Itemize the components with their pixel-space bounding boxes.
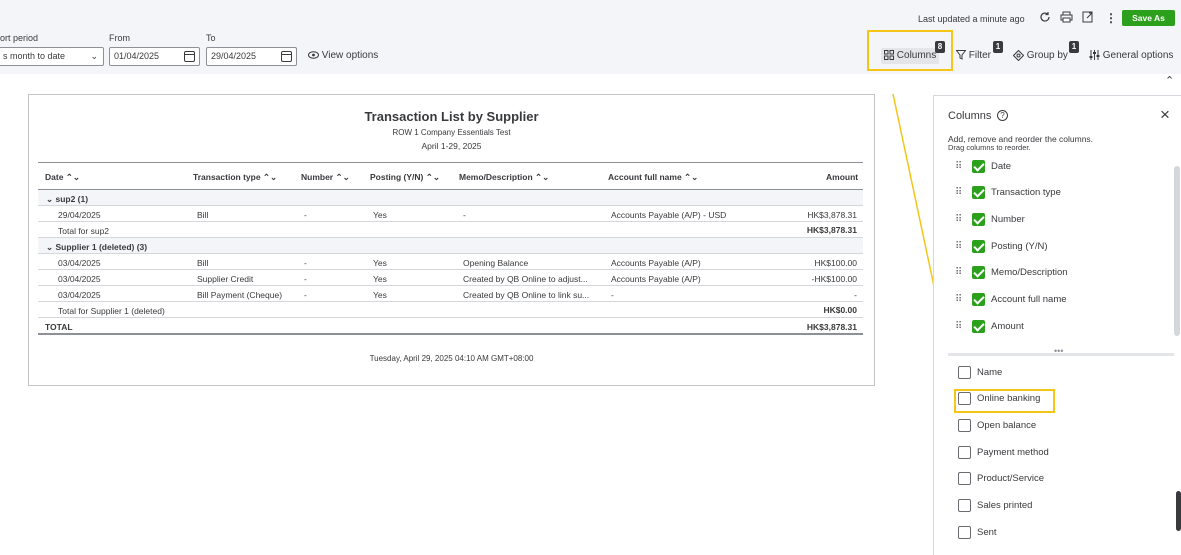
drag-handle-icon: ⠿ xyxy=(955,241,962,252)
panel-title: Columns xyxy=(948,110,992,122)
drag-handle-icon: ⠿ xyxy=(955,161,962,172)
column-label: Posting (Y/N) xyxy=(991,241,1048,252)
selected-scrollbar[interactable] xyxy=(1174,166,1180,336)
column-item-account[interactable]: ⠿ Account full name xyxy=(934,292,1164,308)
column-label: Transaction type xyxy=(991,187,1061,198)
column-item-transaction-type[interactable]: ⠿ Transaction type xyxy=(934,185,1164,201)
column-label: Sent xyxy=(977,527,997,538)
drag-handle-icon: ⠿ xyxy=(955,187,962,198)
panel-hint: Drag columns to reorder. xyxy=(948,143,1031,152)
checkbox[interactable] xyxy=(958,392,971,405)
checkbox[interactable] xyxy=(972,320,985,333)
drag-handle-icon: ⠿ xyxy=(955,294,962,305)
column-item-name[interactable]: Name xyxy=(934,365,1164,381)
checkbox[interactable] xyxy=(972,213,985,226)
drag-handle-icon: ⠿ xyxy=(955,321,962,332)
checkbox[interactable] xyxy=(958,472,971,485)
column-item-online-banking[interactable]: Online banking xyxy=(934,391,1164,407)
drag-handle-icon: ⠿ xyxy=(955,214,962,225)
available-scrollbar[interactable] xyxy=(1176,491,1181,531)
column-label: Account full name xyxy=(991,294,1067,305)
checkbox[interactable] xyxy=(958,366,971,379)
column-item-payment-method[interactable]: Payment method xyxy=(934,445,1164,461)
column-label: Product/Service xyxy=(977,473,1045,484)
column-item-memo[interactable]: ⠿ Memo/Description xyxy=(934,265,1164,281)
checkbox[interactable] xyxy=(958,419,971,432)
checkbox[interactable] xyxy=(958,499,971,512)
column-label: Open balance xyxy=(977,420,1037,431)
column-label: Sales printed xyxy=(977,500,1033,511)
column-label: Payment method xyxy=(977,447,1049,458)
column-item-sent[interactable]: Sent xyxy=(934,525,1164,541)
checkbox[interactable] xyxy=(958,446,971,459)
column-label: Online banking xyxy=(977,393,1041,404)
help-icon[interactable]: ? xyxy=(997,110,1008,121)
column-label: Date xyxy=(991,161,1012,172)
column-item-amount[interactable]: ⠿ Amount xyxy=(934,319,1164,335)
column-item-date[interactable]: ⠿ Date xyxy=(934,159,1164,175)
column-item-product-service[interactable]: Product/Service xyxy=(934,471,1164,487)
drag-handle-icon: ⠿ xyxy=(955,267,962,278)
checkbox[interactable] xyxy=(972,266,985,279)
checkbox[interactable] xyxy=(972,293,985,306)
checkbox[interactable] xyxy=(972,160,985,173)
columns-panel: Columns ? × Add, remove and reorder the … xyxy=(933,95,1181,555)
column-label: Amount xyxy=(991,321,1024,332)
checkbox[interactable] xyxy=(972,186,985,199)
close-icon[interactable]: × xyxy=(1160,105,1170,125)
checkbox[interactable] xyxy=(972,240,985,253)
column-label: Number xyxy=(991,214,1025,225)
column-item-sales-printed[interactable]: Sales printed xyxy=(934,498,1164,514)
column-label: Name xyxy=(977,367,1003,378)
resize-handle-icon[interactable]: ••• xyxy=(1054,346,1063,356)
column-item-open-balance[interactable]: Open balance xyxy=(934,418,1164,434)
column-label: Memo/Description xyxy=(991,267,1068,278)
column-item-number[interactable]: ⠿ Number xyxy=(934,212,1164,228)
checkbox[interactable] xyxy=(958,526,971,539)
column-item-posting[interactable]: ⠿ Posting (Y/N) xyxy=(934,239,1164,255)
